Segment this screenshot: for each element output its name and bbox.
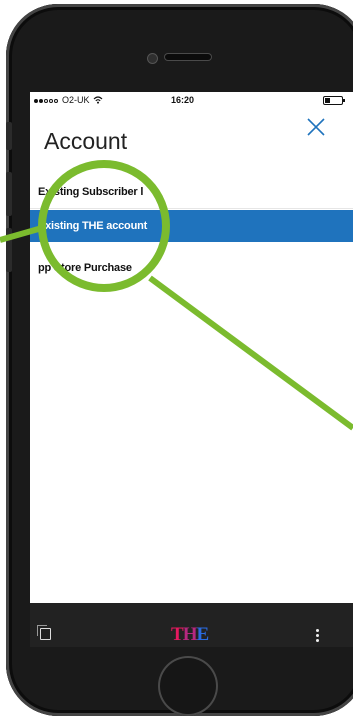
home-button[interactable] <box>158 656 218 716</box>
close-icon <box>307 118 325 136</box>
volume-down-button <box>6 228 12 272</box>
tabs-icon[interactable] <box>37 625 51 640</box>
menu-item-app-store-purchase[interactable]: pp Store Purchase <box>30 252 353 284</box>
volume-up-button <box>6 172 12 216</box>
menu-item-existing-the-account[interactable]: Existing THE account <box>30 210 353 242</box>
earpiece-speaker <box>165 54 211 60</box>
menu-item-label: Existing THE account <box>38 220 148 232</box>
menu-item-label: pp Store Purchase <box>38 262 132 274</box>
app-screen: O2-UK 16:20 Account Existing Subscriber … <box>30 92 353 647</box>
signal-icon <box>34 95 59 105</box>
more-icon[interactable] <box>316 629 319 644</box>
carrier-info: O2-UK <box>34 95 103 105</box>
menu-item-label: Existing Subscriber l <box>38 186 144 198</box>
menu-item-existing-subscriber[interactable]: Existing Subscriber l <box>30 176 353 209</box>
close-button[interactable] <box>305 116 327 138</box>
front-camera <box>148 54 157 63</box>
wifi-icon <box>93 96 102 104</box>
battery-icon <box>323 96 345 105</box>
bottom-toolbar: THE <box>30 603 353 647</box>
clock: 16:20 <box>171 95 195 105</box>
status-bar: O2-UK 16:20 <box>30 92 353 108</box>
carrier-name: O2-UK <box>62 95 90 105</box>
page-title: Account <box>44 128 128 154</box>
mute-switch <box>6 122 12 150</box>
the-logo: THE <box>171 624 209 645</box>
